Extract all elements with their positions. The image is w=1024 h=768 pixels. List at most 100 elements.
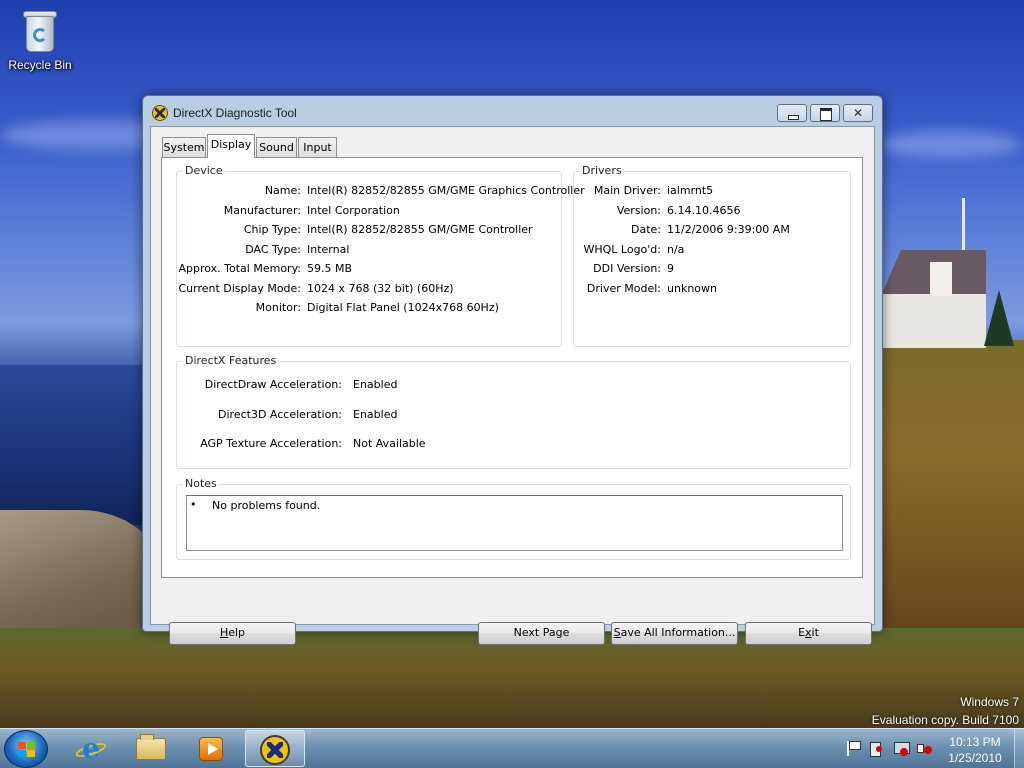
device-label: DAC Type: bbox=[245, 243, 301, 256]
driver-value: ialmrnt5 bbox=[667, 184, 714, 197]
help-label: elp bbox=[228, 626, 246, 639]
display-tab-panel: Device Name: Intel(R) 82852/82855 GM/GME… bbox=[161, 157, 863, 578]
notes-group: Notes • No problems found. bbox=[176, 477, 851, 560]
device-row-display-mode: Current Display Mode: 1024 x 768 (32 bit… bbox=[177, 282, 561, 296]
feature-row-directdraw: DirectDraw Acceleration: Enabled bbox=[177, 378, 850, 392]
device-value: Intel Corporation bbox=[307, 204, 400, 217]
minimize-button[interactable] bbox=[777, 104, 807, 122]
start-button[interactable] bbox=[4, 730, 48, 768]
windows-explorer-icon bbox=[136, 734, 166, 760]
driver-label: Date: bbox=[631, 223, 661, 236]
driver-row-version: Version: 6.14.10.4656 bbox=[574, 204, 850, 218]
device-row-name: Name: Intel(R) 82852/82855 GM/GME Graphi… bbox=[177, 184, 585, 198]
next-page-label: Next Page bbox=[513, 626, 570, 639]
feature-value: Enabled bbox=[353, 378, 398, 391]
device-label: Monitor: bbox=[255, 301, 301, 314]
feature-value: Enabled bbox=[353, 408, 398, 421]
power-icon[interactable] bbox=[867, 739, 885, 757]
driver-row-main: Main Driver: ialmrnt5 bbox=[574, 184, 850, 198]
title-bar[interactable]: DirectX Diagnostic Tool ✕ bbox=[143, 96, 882, 126]
show-desktop-button[interactable] bbox=[1014, 729, 1024, 768]
feature-label: DirectDraw Acceleration: bbox=[204, 378, 342, 391]
internet-explorer-icon: e bbox=[74, 732, 108, 765]
windows-evaluation-watermark: Windows 7 Evaluation copy. Build 7100 bbox=[872, 693, 1019, 729]
directx-icon bbox=[152, 105, 168, 121]
driver-label: Version: bbox=[616, 204, 661, 217]
device-value: Internal bbox=[307, 243, 350, 256]
close-button[interactable]: ✕ bbox=[843, 104, 873, 122]
taskbar-clock[interactable]: 10:13 PM 1/25/2010 bbox=[930, 734, 1020, 766]
window-client: System Display Sound Input Device Name: … bbox=[150, 126, 875, 645]
house-background bbox=[882, 250, 986, 348]
device-label: Approx. Total Memory: bbox=[178, 262, 302, 275]
feature-value: Not Available bbox=[353, 437, 426, 450]
action-center-flag-icon[interactable] bbox=[843, 739, 861, 757]
network-icon[interactable] bbox=[892, 739, 910, 757]
device-row-monitor: Monitor: Digital Flat Panel (1024x768 60… bbox=[177, 301, 561, 315]
features-group-title: DirectX Features bbox=[183, 354, 279, 367]
save-all-information-button[interactable]: Save All Information... bbox=[611, 622, 738, 645]
next-page-button[interactable]: Next Page bbox=[478, 622, 605, 645]
taskbar-windows-explorer[interactable] bbox=[122, 730, 180, 767]
driver-value: unknown bbox=[667, 282, 717, 295]
driver-value: 9 bbox=[667, 262, 674, 275]
tree-background bbox=[984, 290, 1014, 346]
taskbar-media-player[interactable] bbox=[182, 730, 240, 767]
device-row-dac-type: DAC Type: Internal bbox=[177, 243, 561, 257]
device-value: Intel(R) 82852/82855 GM/GME Graphics Con… bbox=[307, 184, 585, 197]
device-value: 59.5 MB bbox=[307, 262, 353, 275]
help-button[interactable]: Help bbox=[169, 622, 296, 645]
tab-input[interactable]: Input bbox=[298, 137, 337, 157]
tab-system[interactable]: System bbox=[162, 137, 206, 157]
driver-label: DDI Version: bbox=[593, 262, 661, 275]
clock-date: 1/25/2010 bbox=[948, 751, 1002, 765]
tab-sound[interactable]: Sound bbox=[256, 137, 297, 157]
exit-label-rest: it bbox=[811, 626, 819, 639]
driver-value: 6.14.10.4656 bbox=[667, 204, 741, 217]
driver-value: n/a bbox=[667, 243, 685, 256]
close-icon: ✕ bbox=[852, 106, 864, 120]
device-label: Current Display Mode: bbox=[178, 282, 301, 295]
help-accel: H bbox=[219, 626, 229, 639]
recycle-bin-shortcut[interactable]: Recycle Bin bbox=[6, 6, 74, 72]
tab-display[interactable]: Display bbox=[207, 134, 255, 158]
note-bullet: • bbox=[190, 498, 197, 511]
directx-features-group: DirectX Features DirectDraw Acceleration… bbox=[176, 354, 851, 469]
device-group: Device Name: Intel(R) 82852/82855 GM/GME… bbox=[176, 164, 585, 347]
drivers-group-title: Drivers bbox=[580, 164, 624, 177]
feature-label: Direct3D Acceleration: bbox=[218, 408, 342, 421]
device-row-manufacturer: Manufacturer: Intel Corporation bbox=[177, 204, 561, 218]
exit-button[interactable]: Exit bbox=[745, 622, 872, 645]
save-accel: S bbox=[613, 626, 621, 639]
maximize-button[interactable] bbox=[810, 104, 840, 122]
taskbar-directx-diagnostic[interactable] bbox=[245, 730, 305, 767]
note-item: No problems found. bbox=[212, 499, 321, 512]
device-row-memory: Approx. Total Memory: 59.5 MB bbox=[177, 262, 561, 276]
directx-diagnostic-window: DirectX Diagnostic Tool ✕ System Display… bbox=[142, 95, 883, 645]
clock-time: 10:13 PM bbox=[949, 735, 1001, 749]
feature-row-agp: AGP Texture Acceleration: Not Available bbox=[177, 437, 850, 451]
driver-row-model: Driver Model: unknown bbox=[574, 282, 850, 296]
feature-label: AGP Texture Acceleration: bbox=[200, 437, 342, 450]
notes-text-area[interactable]: • No problems found. bbox=[186, 495, 843, 551]
notes-group-title: Notes bbox=[183, 477, 219, 490]
recycle-bin-icon bbox=[20, 8, 60, 54]
device-row-chip-type: Chip Type: Intel(R) 82852/82855 GM/GME C… bbox=[177, 223, 561, 237]
watermark-line1: Windows 7 bbox=[960, 695, 1019, 709]
watermark-line2: Evaluation copy. Build 7100 bbox=[871, 713, 1019, 727]
taskbar: e 10:13 PM 1/25/2010 bbox=[0, 728, 1024, 768]
feature-row-direct3d: Direct3D Acceleration: Enabled bbox=[177, 408, 850, 422]
device-value: 1024 x 768 (32 bit) (60Hz) bbox=[307, 282, 454, 295]
driver-label: Main Driver: bbox=[593, 184, 661, 197]
taskbar-internet-explorer[interactable]: e bbox=[62, 730, 120, 767]
device-value: Digital Flat Panel (1024x768 60Hz) bbox=[307, 301, 499, 314]
device-group-title: Device bbox=[183, 164, 225, 177]
device-label: Manufacturer: bbox=[223, 204, 301, 217]
windows-logo-icon bbox=[18, 742, 36, 758]
driver-value: 11/2/2006 9:39:00 AM bbox=[667, 223, 790, 236]
device-label: Chip Type: bbox=[243, 223, 301, 236]
driver-label: Driver Model: bbox=[586, 282, 661, 295]
directx-icon bbox=[260, 735, 290, 765]
driver-row-date: Date: 11/2/2006 9:39:00 AM bbox=[574, 223, 850, 237]
recycle-bin-label: Recycle Bin bbox=[8, 58, 72, 72]
